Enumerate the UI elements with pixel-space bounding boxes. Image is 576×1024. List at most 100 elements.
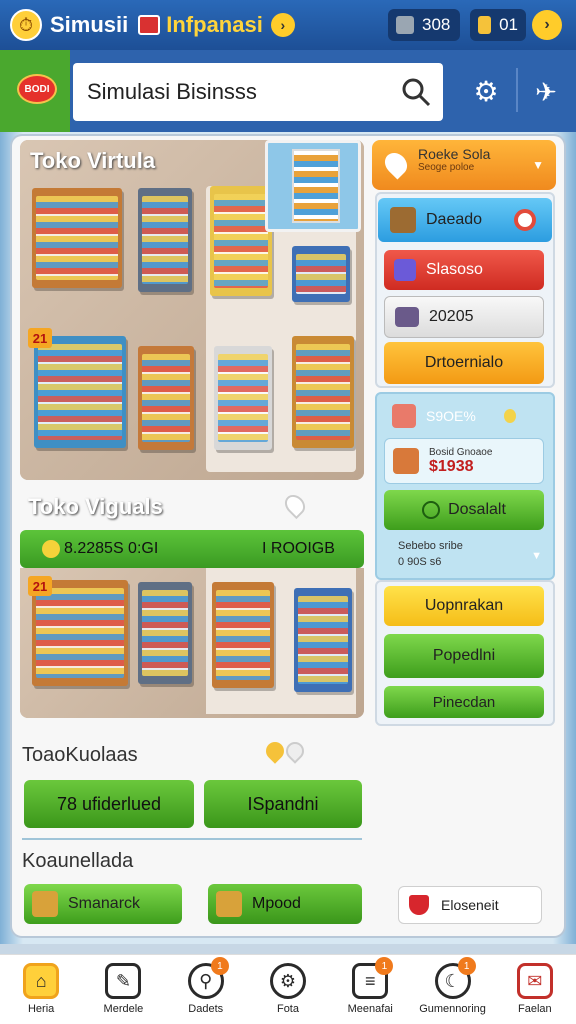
store-shelf[interactable] (138, 346, 194, 450)
item-icon (394, 259, 416, 281)
pickaxe-icon (396, 16, 414, 34)
dosalalt-button[interactable]: Dosalalt (384, 490, 544, 530)
stats-right: I ROOIGB (262, 540, 335, 557)
nav-item-notes[interactable]: ✎ Merdele (82, 955, 164, 1024)
search-icon[interactable] (401, 77, 431, 107)
badge-area: BODI (0, 50, 70, 132)
mpood-label: Mpood (252, 895, 301, 912)
store-shelf[interactable] (34, 336, 126, 448)
bodi-badge[interactable]: BODI (17, 74, 57, 104)
info-card-2-text: Bosid Gnoaoe $1938 (429, 447, 492, 476)
top-bar: ⏱ Simusii Infpanasi › 308 01 › (0, 0, 576, 50)
shield-icon (409, 895, 429, 915)
store-thumbnail[interactable] (265, 140, 361, 232)
mini-info-1: Sebebo sribe (398, 540, 463, 552)
nav-label: Faelan (518, 1003, 552, 1015)
store-shelf[interactable] (294, 588, 352, 692)
nav-label: Meenafai (347, 1003, 393, 1015)
store-virtual-2[interactable]: 21 (20, 568, 364, 718)
store-shelf[interactable] (138, 582, 192, 684)
info-card-2-title: Bosid Gnoaoe (429, 446, 493, 458)
eloseneit-label: Eloseneit (441, 897, 499, 913)
nav-item-home[interactable]: ⌂ Heria (0, 955, 82, 1024)
chevron-down-icon[interactable]: ▼ (532, 158, 544, 172)
nav-item-mail[interactable]: ✉ Faelan (494, 955, 576, 1024)
section-title-1: ToaoKuolaas (22, 744, 138, 766)
check-icon (42, 540, 60, 558)
store-level-tag: 21 (28, 328, 52, 348)
mpood-button[interactable]: Mpood (208, 884, 362, 924)
store-level-tag: 21 (28, 576, 52, 596)
pinecdan-button[interactable]: Pinecdan (384, 686, 544, 718)
section-divider (22, 838, 362, 840)
crate-icon (32, 891, 58, 917)
gear-icon[interactable]: ⚙ (470, 76, 502, 108)
search-input[interactable]: Simulasi Bisinsss (73, 63, 443, 121)
store-shelf[interactable] (214, 346, 272, 450)
nav-label: Merdele (103, 1003, 144, 1015)
nav-item-list[interactable]: ≡ 1 Meenafai (329, 955, 411, 1024)
trophy-icon (478, 16, 492, 34)
crate-icon (390, 207, 416, 233)
background-strip (0, 944, 576, 954)
help-icon[interactable]: › (270, 13, 295, 37)
nav-item-settings[interactable]: ⚙ Fota (247, 955, 329, 1024)
nav-label: Heria (27, 1003, 55, 1015)
gear-icon: ⚙ (269, 963, 306, 999)
mail-icon: ✉ (516, 963, 553, 999)
location-header[interactable]: Roeke Sola Seoge poloe ▼ (372, 140, 556, 190)
coin-icon (504, 409, 516, 423)
slasoso-button[interactable]: Slasoso (384, 250, 544, 290)
gift-icon[interactable] (138, 15, 161, 35)
bottom-nav: ⌂ Heria ✎ Merdele ⚲ 1 Dadets ⚙ Fota ≡ 1 … (0, 954, 576, 1024)
clock-icon[interactable]: ⏱ (10, 9, 42, 41)
slasoso-label: Slasoso (426, 261, 483, 278)
box-icon (216, 891, 242, 917)
nav-label: Fota (276, 1003, 299, 1015)
store-shelf[interactable] (210, 186, 272, 296)
section1-button-1[interactable]: 78 ufiderlued (24, 780, 194, 828)
eloseneit-button[interactable]: Eloseneit (398, 886, 542, 924)
store-shelf[interactable] (292, 336, 354, 448)
code-label: 20205 (429, 308, 474, 325)
notification-badge: 1 (210, 957, 229, 975)
stats-left: 8.2285S 0:GI (64, 540, 159, 557)
store-shelf[interactable] (138, 188, 192, 292)
info-card-2[interactable]: Bosid Gnoaoe $1938 (384, 438, 544, 484)
smanarck-button[interactable]: Smanarck (24, 884, 182, 924)
divider (516, 68, 518, 112)
resource-counter-1: 308 (388, 9, 460, 41)
resource-counter-2: 01 (470, 9, 526, 41)
section1-button-2[interactable]: ISpandni (204, 780, 362, 828)
store-shelf[interactable] (212, 582, 274, 688)
mini-info-2: 0 90S s6 (398, 556, 442, 568)
store-shelf[interactable] (32, 188, 122, 288)
uopnrakan-button[interactable]: Uopnrakan (384, 586, 544, 626)
code-button[interactable]: 20205 (384, 296, 544, 338)
tools-icon[interactable]: ✈ (530, 76, 562, 108)
popedlni-button[interactable]: Popedlni (384, 634, 544, 678)
store-shelf[interactable] (292, 246, 350, 302)
store-title-2: Toko Viguals (28, 494, 163, 519)
app-title: Simusii (50, 12, 129, 37)
notes-icon: ✎ (105, 963, 142, 999)
drtoernialo-button[interactable]: Drtoernialo (384, 342, 544, 384)
thumbnail-shelf (292, 149, 340, 223)
nav-label: Dadets (188, 1003, 224, 1015)
chevron-down-icon[interactable]: ▼ (531, 550, 542, 562)
arrow-right-icon[interactable]: › (532, 10, 562, 40)
info-card-2-value: $1938 (429, 457, 474, 475)
pin-icon (262, 738, 288, 764)
mini-info: Sebebo sribe 0 90S s6 ▼ (382, 540, 552, 576)
record-icon (514, 209, 536, 231)
search-bar: BODI Simulasi Bisinsss ⚙ ✈ (0, 50, 576, 132)
pin-icon-outline (282, 738, 308, 764)
info-card-1-title: S9OE% (426, 408, 476, 424)
nav-item-search[interactable]: ⚲ 1 Dadets (165, 955, 247, 1024)
resource-value-2: 01 (499, 15, 518, 34)
store-title: Toko Virtula (30, 148, 156, 173)
nav-item-chat[interactable]: ☾ 1 Gumennoring (411, 955, 493, 1024)
daeado-button[interactable]: Daeado (378, 198, 552, 242)
search-query: Simulasi Bisinsss (87, 79, 257, 104)
pin-toggle-icon[interactable] (262, 738, 308, 764)
